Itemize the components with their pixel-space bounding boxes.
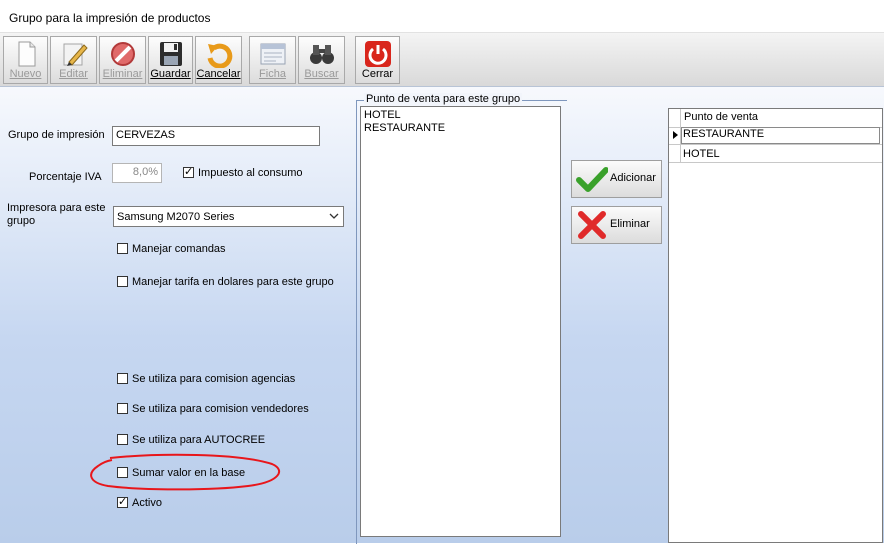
delete-button-label: Eliminar [102, 68, 143, 80]
comision-vendedores-checkbox-label: Se utiliza para comision vendedores [132, 403, 309, 415]
impuesto-checkbox-label: Impuesto al consumo [198, 167, 303, 179]
grupo-input[interactable]: CERVEZAS [112, 126, 320, 146]
record-card-button[interactable]: Ficha [249, 36, 296, 84]
add-point-button-label: Adicionar [610, 172, 656, 184]
close-button[interactable]: Cerrar [355, 36, 400, 84]
activo-checkbox-label: Activo [132, 497, 162, 509]
grid-divider [669, 144, 882, 145]
tarifa-dolares-checkbox-label: Manejar tarifa en dolares para este grup… [132, 276, 334, 288]
printer-select-value: Samsung M2070 Series [117, 211, 235, 223]
edit-button-label: Editar [59, 68, 88, 80]
search-button-label: Buscar [304, 68, 339, 80]
new-document-icon [18, 41, 35, 67]
comandas-checkbox[interactable] [117, 243, 128, 254]
row-selector-arrow-icon [673, 131, 678, 139]
list-item[interactable]: RESTAURANTE [361, 122, 560, 135]
power-icon [364, 41, 391, 67]
new-button[interactable]: Nuevo [3, 36, 48, 84]
activo-checkbox[interactable] [117, 495, 128, 509]
tarifa-dolares-checkbox[interactable] [117, 276, 128, 287]
grid-cell: RESTAURANTE [683, 128, 765, 140]
comision-agencias-checkbox-label: Se utiliza para comision agencias [132, 373, 296, 385]
save-button[interactable]: Guardar [148, 36, 193, 84]
no-entry-icon [110, 42, 135, 66]
iva-input[interactable]: 8,0% [112, 163, 162, 183]
add-point-button[interactable]: Adicionar [571, 160, 662, 198]
floppy-disk-icon [159, 42, 182, 66]
cancel-button[interactable]: Cancelar [195, 36, 242, 84]
undo-arrow-icon [207, 43, 232, 68]
available-points-list[interactable]: HOTEL RESTAURANTE [360, 106, 561, 537]
grid-cell[interactable]: HOTEL [683, 148, 720, 160]
grid-header: Punto de venta [684, 111, 759, 123]
iva-label: Porcentaje IVA [29, 171, 102, 183]
list-item[interactable]: HOTEL [361, 109, 560, 122]
check-icon [576, 167, 608, 192]
pencil-icon [63, 43, 88, 66]
comision-agencias-checkbox[interactable] [117, 373, 128, 384]
autocree-checkbox[interactable] [117, 434, 128, 445]
new-button-label: Nuevo [9, 68, 42, 80]
close-button-label: Cerrar [361, 68, 394, 80]
remove-point-button[interactable]: Eliminar [571, 206, 662, 244]
cancel-button-label: Cancelar [196, 68, 241, 80]
autocree-checkbox-label: Se utiliza para AUTOCREE [132, 434, 266, 446]
edit-button[interactable]: Editar [50, 36, 97, 84]
window-title: Grupo para la impresión de productos [9, 11, 211, 25]
record-card-button-label: Ficha [259, 68, 286, 80]
red-x-icon [578, 211, 606, 239]
chevron-down-icon [329, 213, 339, 219]
search-button[interactable]: Buscar [298, 36, 345, 84]
comandas-checkbox-label: Manejar comandas [132, 243, 226, 255]
grupo-label: Grupo de impresión [8, 129, 105, 141]
record-card-icon [260, 43, 285, 65]
remove-point-button-label: Eliminar [610, 218, 650, 230]
toolbar: Nuevo Editar Eliminar Guardar Cancelar F… [0, 33, 884, 87]
delete-button[interactable]: Eliminar [99, 36, 146, 84]
title-bar: Grupo para la impresión de productos [0, 0, 884, 33]
comision-vendedores-checkbox[interactable] [117, 403, 128, 414]
impuesto-checkbox[interactable] [183, 165, 194, 179]
impresora-label: Impresora para este grupo [7, 202, 106, 227]
puntos-groupbox-title: Punto de venta para este grupo [364, 93, 523, 105]
printer-select[interactable]: Samsung M2070 Series [113, 206, 344, 227]
annotation-ellipse [90, 453, 280, 491]
grid-divider [669, 162, 882, 163]
save-button-label: Guardar [150, 68, 191, 80]
assigned-points-grid[interactable] [668, 108, 883, 543]
binoculars-icon [309, 45, 334, 64]
